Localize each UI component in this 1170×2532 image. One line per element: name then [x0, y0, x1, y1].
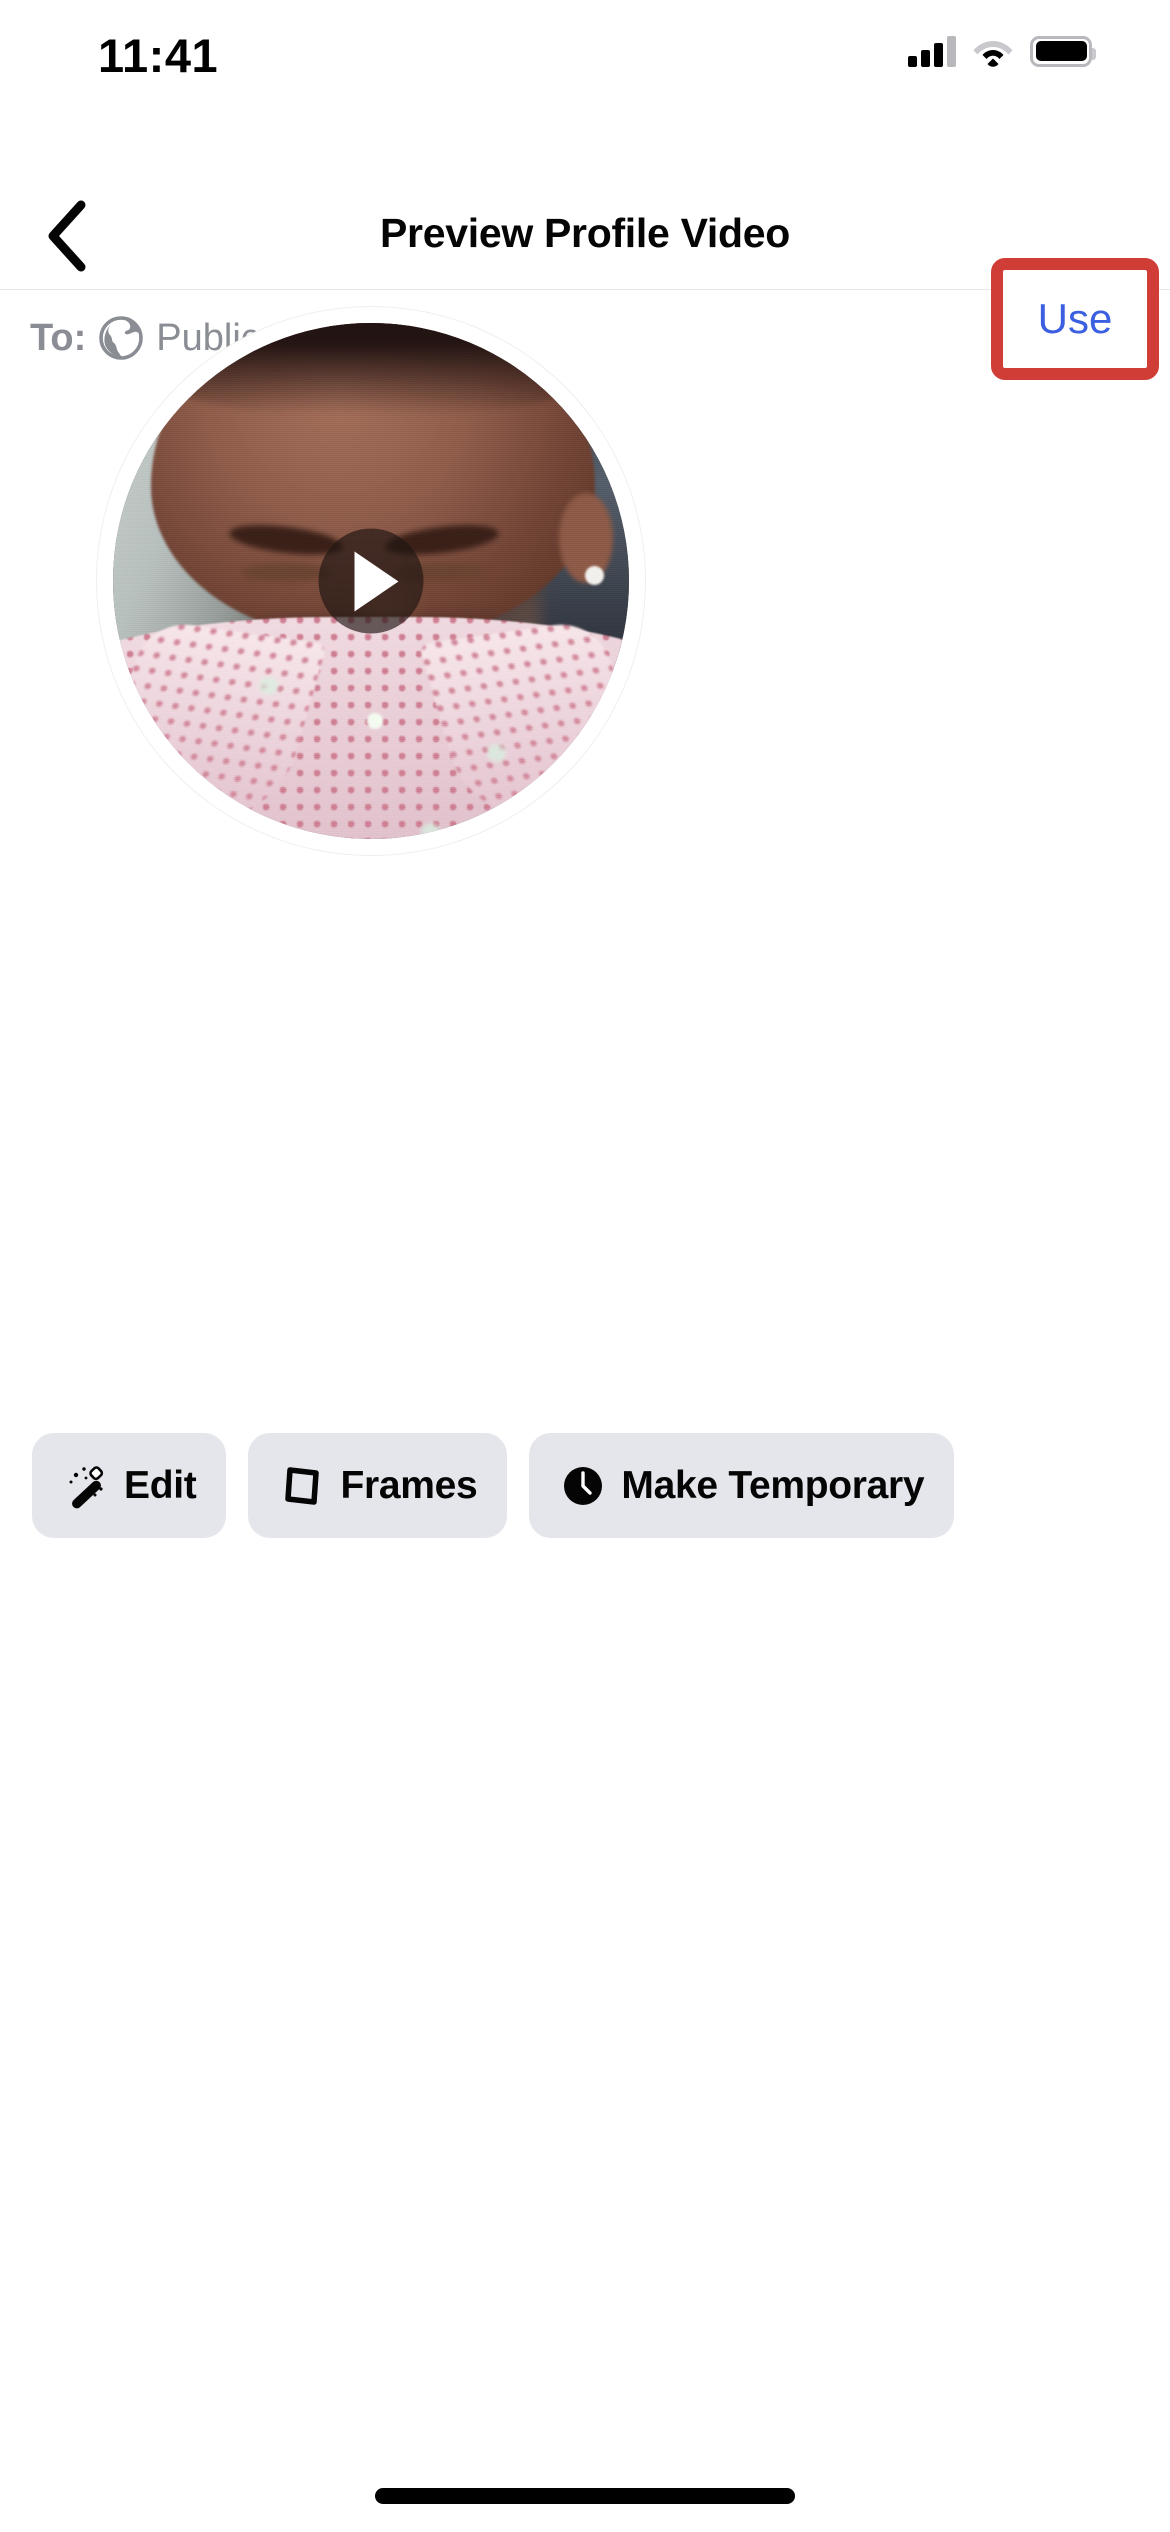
- clock-icon: [559, 1462, 607, 1510]
- page-title: Preview Profile Video: [380, 210, 790, 256]
- app-screen: 11:41 Preview Profile Video Use To: Edit…: [0, 0, 1170, 2532]
- play-triangle-icon: [354, 551, 398, 611]
- action-button-row: Edit Frames Make Temporary: [32, 1433, 955, 1538]
- make-temporary-button-label: Make Temporary: [621, 1463, 925, 1507]
- audience-label: To:: [30, 316, 87, 359]
- make-temporary-button[interactable]: Make Temporary: [529, 1433, 955, 1538]
- frame-icon: [278, 1462, 326, 1510]
- frames-button[interactable]: Frames: [248, 1433, 508, 1538]
- status-bar-time: 11:41: [98, 29, 219, 82]
- navigation-bar: Preview Profile Video Use: [0, 100, 1170, 380]
- profile-video-preview[interactable]: [97, 307, 645, 855]
- magic-wand-icon: [62, 1462, 110, 1510]
- frames-button-label: Frames: [340, 1463, 478, 1507]
- home-indicator[interactable]: [375, 2488, 795, 2504]
- cellular-signal-icon: [908, 35, 956, 67]
- edit-button-label: Edit: [124, 1463, 197, 1507]
- battery-full-icon: [1030, 35, 1096, 67]
- status-bar: 11:41: [0, 0, 1170, 100]
- status-bar-indicators: [908, 30, 1096, 72]
- play-button[interactable]: [318, 528, 424, 634]
- wifi-icon: [972, 35, 1014, 67]
- profile-video-thumbnail[interactable]: [113, 323, 629, 839]
- edit-button[interactable]: Edit: [32, 1433, 227, 1538]
